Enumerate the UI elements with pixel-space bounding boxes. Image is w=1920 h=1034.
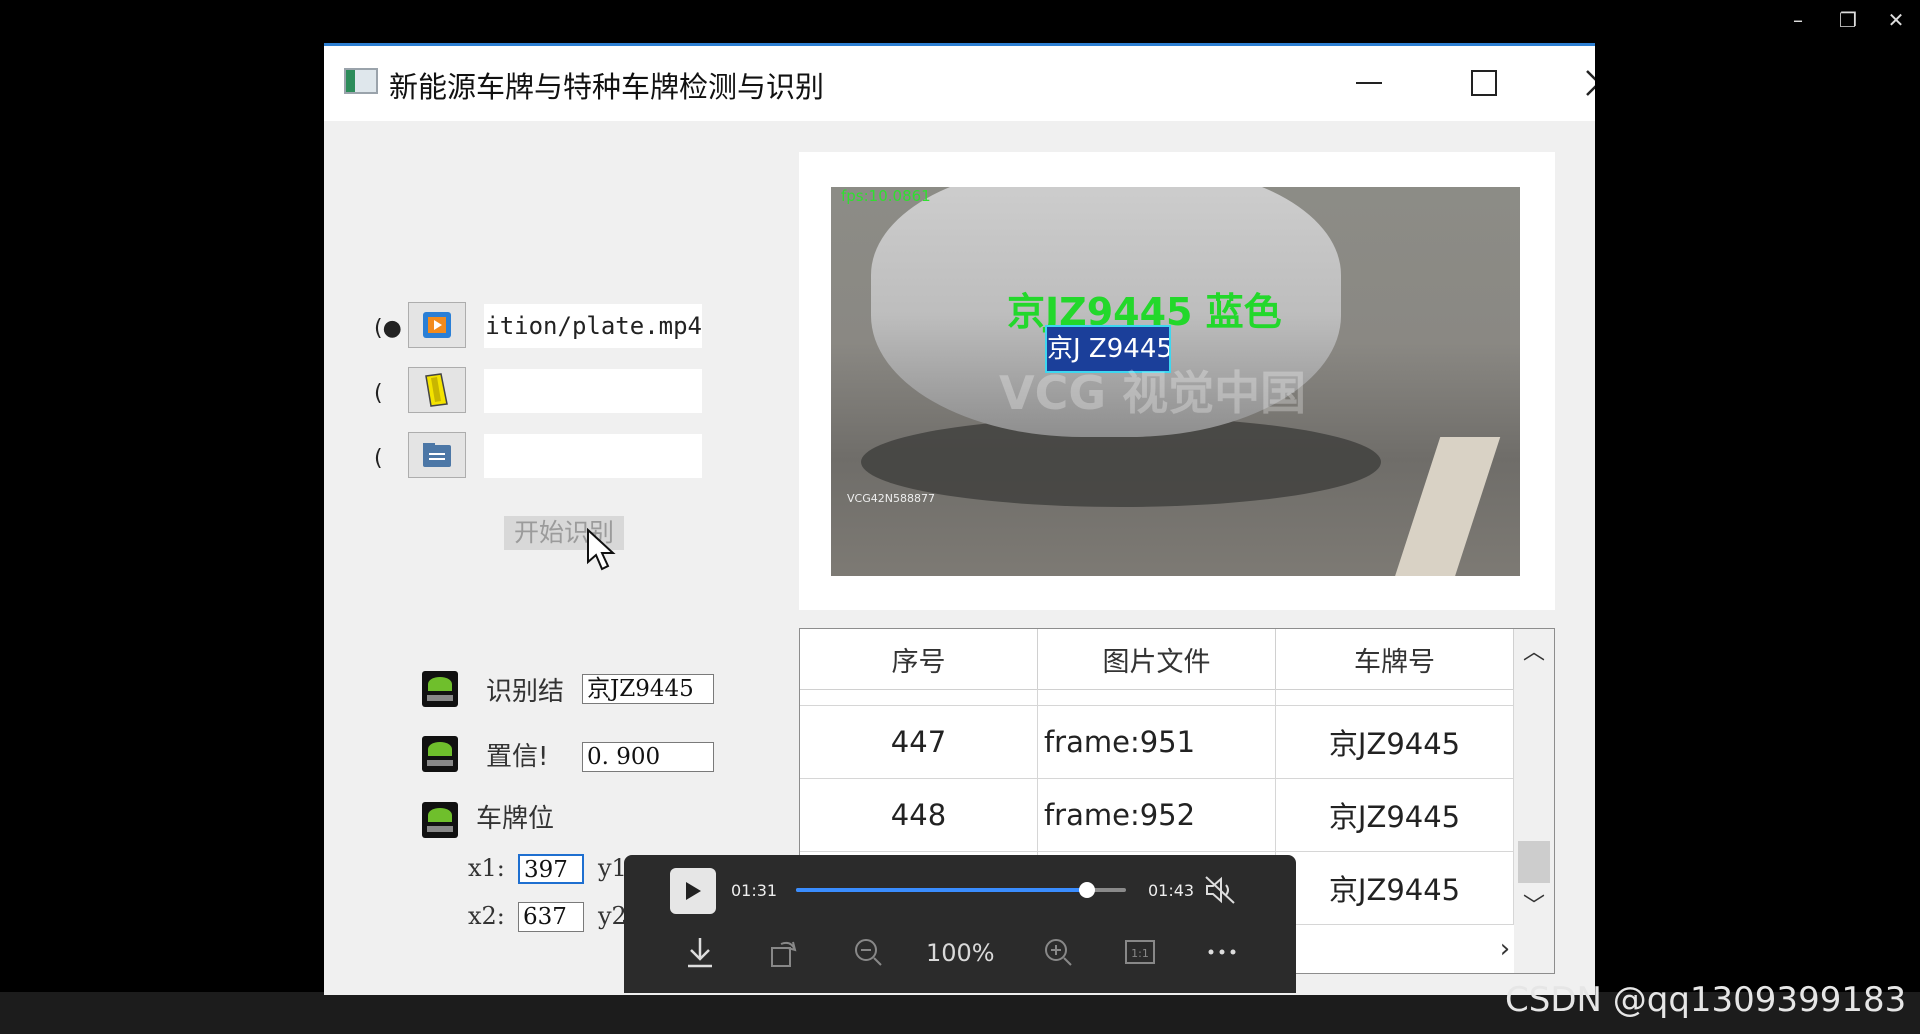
image-watermark: VCG 视觉中国 (999, 366, 1307, 420)
progress-slider[interactable] (796, 882, 1126, 898)
nvidia-icon (422, 802, 458, 838)
scroll-right-icon[interactable]: › (1490, 934, 1520, 964)
more-icon (1208, 949, 1236, 955)
result-field[interactable]: 京JZ9445 (582, 674, 714, 704)
title-bar: 新能源车牌与特种车牌检测与识别 (324, 46, 1595, 121)
nvidia-icon (422, 671, 458, 707)
image-id: VCG42N588877 (847, 492, 935, 505)
camera-path-input[interactable] (484, 434, 702, 478)
viewer-close-button[interactable]: ✕ (1876, 6, 1916, 34)
radio-video[interactable]: (● (374, 318, 402, 340)
cell-file: frame:951 (1038, 705, 1277, 778)
close-button[interactable] (1569, 60, 1595, 106)
rotate-button[interactable] (764, 933, 804, 971)
cell-plate: 京JZ9445 (1276, 705, 1514, 778)
cell-plate: 京JZ9445 (1276, 778, 1514, 851)
viewer-minimize-button[interactable]: – (1778, 6, 1818, 34)
scroll-up-icon[interactable]: ︿ (1514, 633, 1554, 667)
maximize-button[interactable] (1454, 60, 1514, 106)
zoom-out-button[interactable] (848, 933, 888, 971)
column-header-file[interactable]: 图片文件 (1038, 629, 1276, 689)
result-label: 识别结 (486, 677, 565, 707)
nvidia-icon (422, 736, 458, 772)
cell-file: frame:952 (1038, 778, 1277, 851)
more-options-button[interactable] (1202, 933, 1242, 971)
table-row[interactable]: 448 frame:952 京JZ9445 (800, 778, 1514, 852)
camera-icon (423, 443, 451, 467)
position-label: 车牌位 (476, 804, 555, 834)
y1-label: y1 (598, 854, 627, 882)
viewer-top-bar (0, 0, 1920, 40)
zoom-in-icon (1045, 939, 1072, 966)
cell-plate: 京JZ9445 (1276, 851, 1514, 924)
viewer-restore-button[interactable]: ❐ (1828, 6, 1868, 34)
preview-panel: fps:10.0861 京JZ9445 蓝色 京J Z9445 VCG 视觉中国… (799, 152, 1555, 610)
cell-index: 448 (800, 778, 1038, 851)
video-path-input[interactable] (484, 304, 702, 348)
play-icon (686, 882, 701, 900)
folder-path-input[interactable] (484, 369, 702, 413)
progress-handle[interactable] (1079, 882, 1096, 898)
scroll-down-icon[interactable]: ﹀ (1514, 887, 1554, 921)
total-time: 01:43 (1148, 881, 1195, 900)
app-window: 新能源车牌与特种车牌检测与识别 (● ( ( 开始识别 识别结 京JZ9445 … (324, 43, 1595, 995)
confidence-label: 置信! (486, 742, 549, 772)
actual-size-button[interactable]: 1:1 (1120, 933, 1160, 971)
scroll-thumb[interactable] (1518, 841, 1550, 883)
x1-label: x1: (468, 854, 505, 882)
mute-icon[interactable] (1204, 875, 1238, 905)
table-row[interactable]: 447 frame:951 京JZ9445 (800, 705, 1514, 779)
zoom-level: 100% (926, 939, 995, 967)
rotate-icon (771, 941, 797, 967)
video-file-icon (423, 312, 451, 338)
app-icon (344, 68, 378, 94)
play-button[interactable] (670, 868, 716, 914)
cell-index: 447 (800, 705, 1038, 778)
csdn-watermark: CSDN @qq1309399183 (1505, 980, 1907, 1020)
current-time: 01:31 (731, 881, 778, 900)
minimize-button[interactable] (1339, 60, 1399, 106)
detection-preview-image: fps:10.0861 京JZ9445 蓝色 京J Z9445 VCG 视觉中国… (831, 187, 1520, 576)
vertical-scrollbar[interactable]: ︿ ﹀ (1514, 629, 1554, 973)
folder-icon (425, 373, 448, 407)
mouse-cursor-icon (587, 528, 616, 571)
minimize-icon (1356, 82, 1382, 84)
zoom-out-icon (855, 939, 882, 966)
open-camera-button[interactable] (408, 432, 466, 478)
open-folder-button[interactable] (408, 367, 466, 413)
close-icon (1586, 70, 1595, 96)
maximize-icon (1471, 70, 1497, 96)
download-icon (688, 938, 712, 968)
column-header-plate[interactable]: 车牌号 (1276, 629, 1514, 689)
confidence-field[interactable]: 0. 900 (582, 742, 714, 772)
x2-label: x2: (468, 902, 505, 930)
y2-label: y2 (598, 902, 627, 930)
radio-folder[interactable]: ( (374, 383, 396, 405)
open-video-button[interactable] (408, 302, 466, 348)
fps-readout: fps:10.0861 (841, 187, 931, 205)
progress-fill (796, 888, 1088, 892)
actual-size-icon: 1:1 (1125, 940, 1155, 964)
column-header-index[interactable]: 序号 (800, 629, 1038, 689)
media-player: 01:31 01:43 100% 1:1 (624, 855, 1296, 993)
svg-text:1:1: 1:1 (1131, 947, 1149, 960)
radio-camera[interactable]: ( (374, 448, 396, 470)
zoom-in-button[interactable] (1038, 933, 1078, 971)
x1-field[interactable]: 397 (518, 854, 584, 884)
download-button[interactable] (680, 933, 720, 971)
road-marking (1381, 437, 1501, 576)
table-row[interactable] (800, 689, 1514, 706)
window-title: 新能源车牌与特种车牌检测与识别 (389, 70, 825, 104)
table-header: 序号 图片文件 车牌号 (800, 629, 1514, 690)
x2-field[interactable]: 637 (518, 902, 584, 932)
